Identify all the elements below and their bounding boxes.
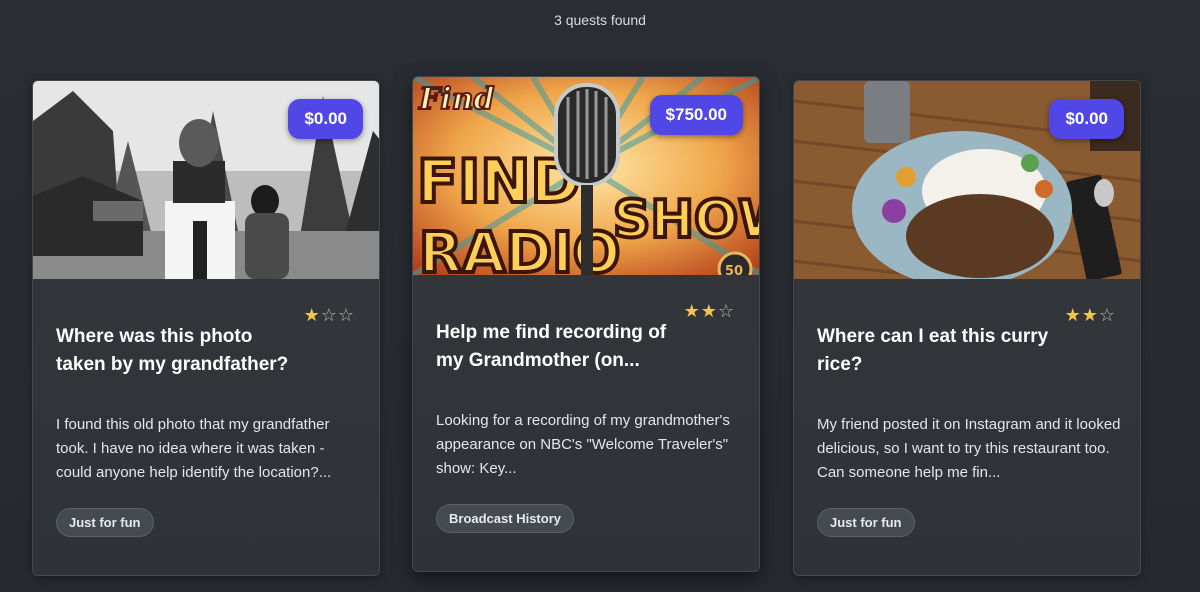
quest-title[interactable]: Where was this photo taken by my grandfa… [56, 323, 296, 379]
quest-description: I found this old photo that my grandfath… [56, 416, 332, 481]
rating-stars: ★☆☆ [304, 305, 355, 326]
quest-description: My friend posted it on Instagram and it … [817, 416, 1121, 481]
price-badge: $750.00 [649, 95, 743, 135]
star-filled-icon: ★ [683, 301, 701, 321]
results-count: 3 quests found [554, 12, 646, 28]
category-tag[interactable]: Just for fun [56, 508, 154, 537]
star-filled-icon: ★ [1081, 305, 1099, 325]
quest-thumbnail[interactable]: Find FIND RADIO SHOW 50 $750.00 [413, 77, 759, 275]
rating-stars: ★★☆ [1065, 305, 1116, 326]
star-empty-icon: ☆ [1098, 305, 1116, 325]
rating-stars: ★★☆ [684, 301, 735, 322]
star-empty-icon: ☆ [320, 305, 338, 325]
price-badge: $0.00 [1049, 99, 1124, 139]
quest-card[interactable]: $0.00 ★☆☆ Where was this photo taken by … [32, 80, 380, 576]
poster-corner-text: Find [418, 82, 495, 117]
quest-thumbnail[interactable]: $0.00 [794, 81, 1140, 279]
quest-description: Looking for a recording of my grandmothe… [436, 412, 730, 477]
poster-number: 50 [725, 264, 743, 275]
star-filled-icon: ★ [1064, 305, 1082, 325]
quest-thumbnail[interactable]: $0.00 [33, 81, 379, 279]
category-tag[interactable]: Just for fun [817, 508, 915, 537]
star-empty-icon: ☆ [717, 301, 735, 321]
quest-card[interactable]: Find FIND RADIO SHOW 50 $750.00 ★★☆ Help… [412, 76, 760, 572]
star-filled-icon: ★ [303, 305, 321, 325]
poster-text-show: SHOW [613, 190, 759, 250]
price-badge: $0.00 [288, 99, 363, 139]
quest-title[interactable]: Where can I eat this curry rice? [817, 323, 1057, 379]
star-filled-icon: ★ [700, 301, 718, 321]
quest-card[interactable]: $0.00 ★★☆ Where can I eat this curry ric… [793, 80, 1141, 576]
category-tag[interactable]: Broadcast History [436, 504, 574, 533]
quest-title[interactable]: Help me find recording of my Grandmother… [436, 319, 676, 375]
star-empty-icon: ☆ [337, 305, 355, 325]
